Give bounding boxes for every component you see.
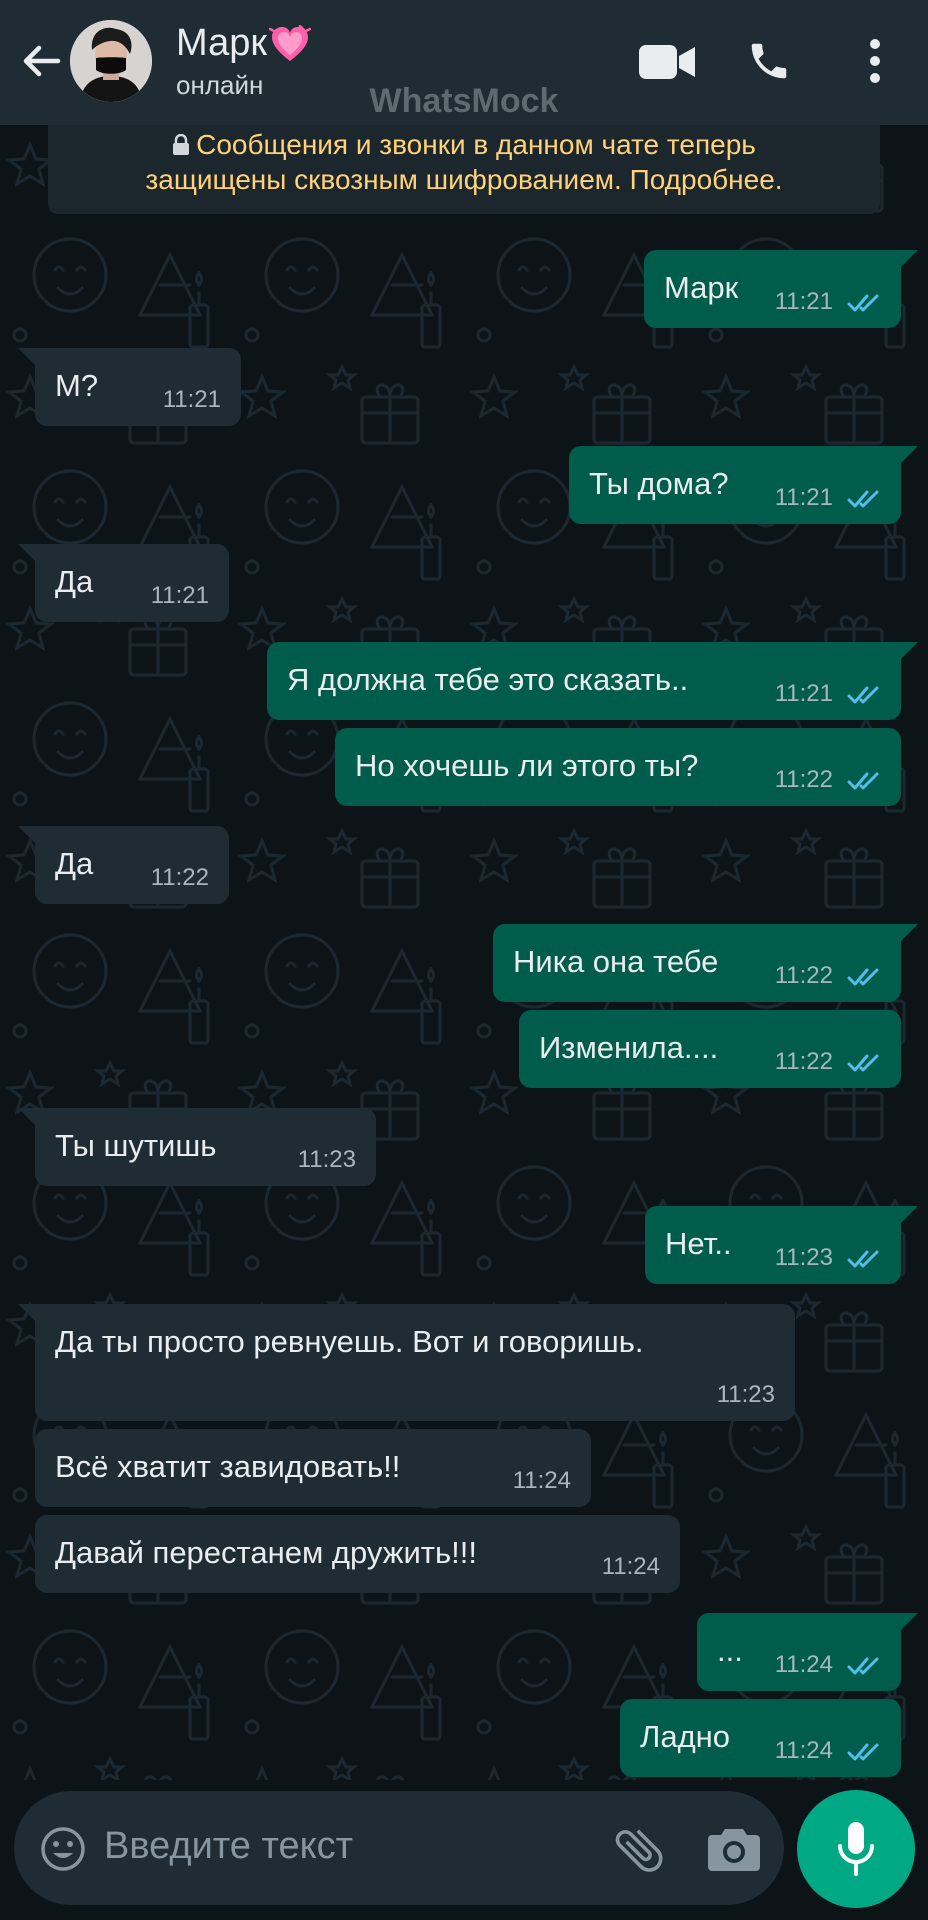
- message-incoming[interactable]: М? 11:21: [18, 348, 241, 426]
- emoji-icon[interactable]: [40, 1826, 86, 1872]
- message-text: Ладно: [640, 1719, 731, 1754]
- message-text: Да ты просто ревнуешь. Вот и говоришь.: [55, 1324, 644, 1359]
- read-ticks-icon: [847, 968, 879, 986]
- message-time: 11:22: [774, 962, 833, 989]
- message-outgoing[interactable]: Ника она тебе 11:22: [493, 924, 918, 1002]
- video-call-icon[interactable]: [638, 44, 696, 80]
- bubble-tail: [900, 1206, 918, 1224]
- chat-area[interactable]: Сообщения и звонки в данном чате теперь …: [0, 125, 928, 1780]
- bubble-tail: [18, 826, 36, 844]
- message-time: 11:21: [162, 386, 221, 413]
- message-incoming[interactable]: Всё хватит завидовать!! 11:24: [35, 1429, 591, 1507]
- message-time: 11:24: [512, 1467, 571, 1494]
- contact-name[interactable]: Марк: [176, 22, 311, 65]
- message-text: Да: [55, 846, 94, 881]
- attach-icon[interactable]: [610, 1821, 668, 1879]
- encryption-notice-line2: защищены сквозным шифрованием. Подробнее…: [145, 164, 783, 195]
- message-time: 11:21: [774, 680, 833, 707]
- message-time: 11:24: [774, 1737, 833, 1764]
- bubble-tail: [18, 1304, 36, 1322]
- message-time: 11:23: [297, 1146, 356, 1173]
- message-time: 11:24: [774, 1651, 833, 1678]
- camera-icon[interactable]: [708, 1827, 760, 1871]
- read-ticks-icon: [847, 1657, 879, 1675]
- heart-icon: [268, 24, 311, 61]
- message-text: Всё хватит завидовать!!: [55, 1449, 401, 1484]
- encryption-notice-line1: Сообщения и звонки в данном чате теперь: [196, 129, 756, 160]
- message-incoming[interactable]: Да 11:22: [18, 826, 229, 904]
- message-incoming[interactable]: Давай перестанем дружить!!! 11:24: [35, 1515, 680, 1593]
- message-text: Марк: [664, 270, 739, 305]
- bubble-tail: [900, 642, 918, 660]
- message-time: 11:21: [774, 484, 833, 511]
- bubble-tail: [900, 250, 918, 268]
- read-ticks-icon: [847, 1743, 879, 1761]
- message-text: Нет..: [665, 1226, 732, 1261]
- message-incoming[interactable]: Ты шутишь 11:23: [18, 1108, 376, 1186]
- message-text: Изменила....: [539, 1030, 719, 1065]
- message-time: 11:21: [774, 288, 833, 315]
- back-arrow-icon[interactable]: [18, 38, 64, 84]
- bubble-tail: [18, 348, 36, 366]
- message-time: 11:23: [716, 1381, 775, 1408]
- message-text: Ты дома?: [589, 466, 729, 501]
- message-text: Да: [55, 564, 94, 599]
- mic-button[interactable]: [797, 1790, 915, 1908]
- message-text: Ника она тебе: [513, 944, 719, 979]
- message-outgoing[interactable]: Но хочешь ли этого ты? 11:22: [335, 728, 901, 806]
- message-outgoing[interactable]: Изменила.... 11:22: [519, 1010, 901, 1088]
- message-time: 11:22: [774, 766, 833, 793]
- message-input[interactable]: [104, 1825, 604, 1868]
- bubble-tail: [900, 446, 918, 464]
- lock-icon: [173, 134, 190, 155]
- message-time: 11:21: [150, 582, 209, 609]
- message-time: 11:23: [774, 1244, 833, 1271]
- message-text: Ты шутишь: [55, 1128, 217, 1163]
- message-text: Но хочешь ли этого ты?: [355, 748, 699, 783]
- message-incoming[interactable]: Да 11:21: [18, 544, 229, 622]
- message-text: Давай перестанем дружить!!!: [55, 1535, 477, 1570]
- read-ticks-icon: [847, 1250, 879, 1268]
- bubble-tail: [18, 544, 36, 562]
- bubble-tail: [900, 1613, 918, 1631]
- encryption-notice[interactable]: Сообщения и звонки в данном чате теперь …: [48, 125, 880, 214]
- message-outgoing[interactable]: Нет.. 11:23: [645, 1206, 918, 1284]
- phone-icon[interactable]: [746, 38, 792, 84]
- message-time: 11:22: [774, 1048, 833, 1075]
- read-ticks-icon: [847, 1054, 879, 1072]
- message-outgoing[interactable]: Ты дома? 11:21: [569, 446, 918, 524]
- message-composer: [14, 1791, 784, 1905]
- message-time: 11:24: [601, 1553, 660, 1580]
- message-outgoing[interactable]: Ладно 11:24: [620, 1699, 901, 1777]
- read-ticks-icon: [847, 772, 879, 790]
- bubble-tail: [900, 924, 918, 942]
- message-text: М?: [55, 368, 99, 403]
- message-outgoing[interactable]: Марк 11:21: [644, 250, 918, 328]
- more-vert-icon[interactable]: [866, 38, 884, 84]
- read-ticks-icon: [847, 686, 879, 704]
- message-outgoing[interactable]: ... 11:24: [697, 1613, 918, 1691]
- message-time: 11:22: [150, 864, 209, 891]
- message-text: ...: [717, 1633, 743, 1668]
- watermark: WhatsMock: [369, 82, 559, 120]
- contact-name-text: Марк: [176, 22, 267, 64]
- message-outgoing[interactable]: Я должна тебе это сказать.. 11:21: [267, 642, 918, 720]
- read-ticks-icon: [847, 490, 879, 508]
- message-text: Я должна тебе это сказать..: [287, 662, 689, 697]
- message-incoming[interactable]: Да ты просто ревнуешь. Вот и говоришь. 1…: [18, 1304, 795, 1421]
- bubble-tail: [18, 1108, 36, 1126]
- mic-icon: [838, 1822, 874, 1876]
- read-ticks-icon: [847, 294, 879, 312]
